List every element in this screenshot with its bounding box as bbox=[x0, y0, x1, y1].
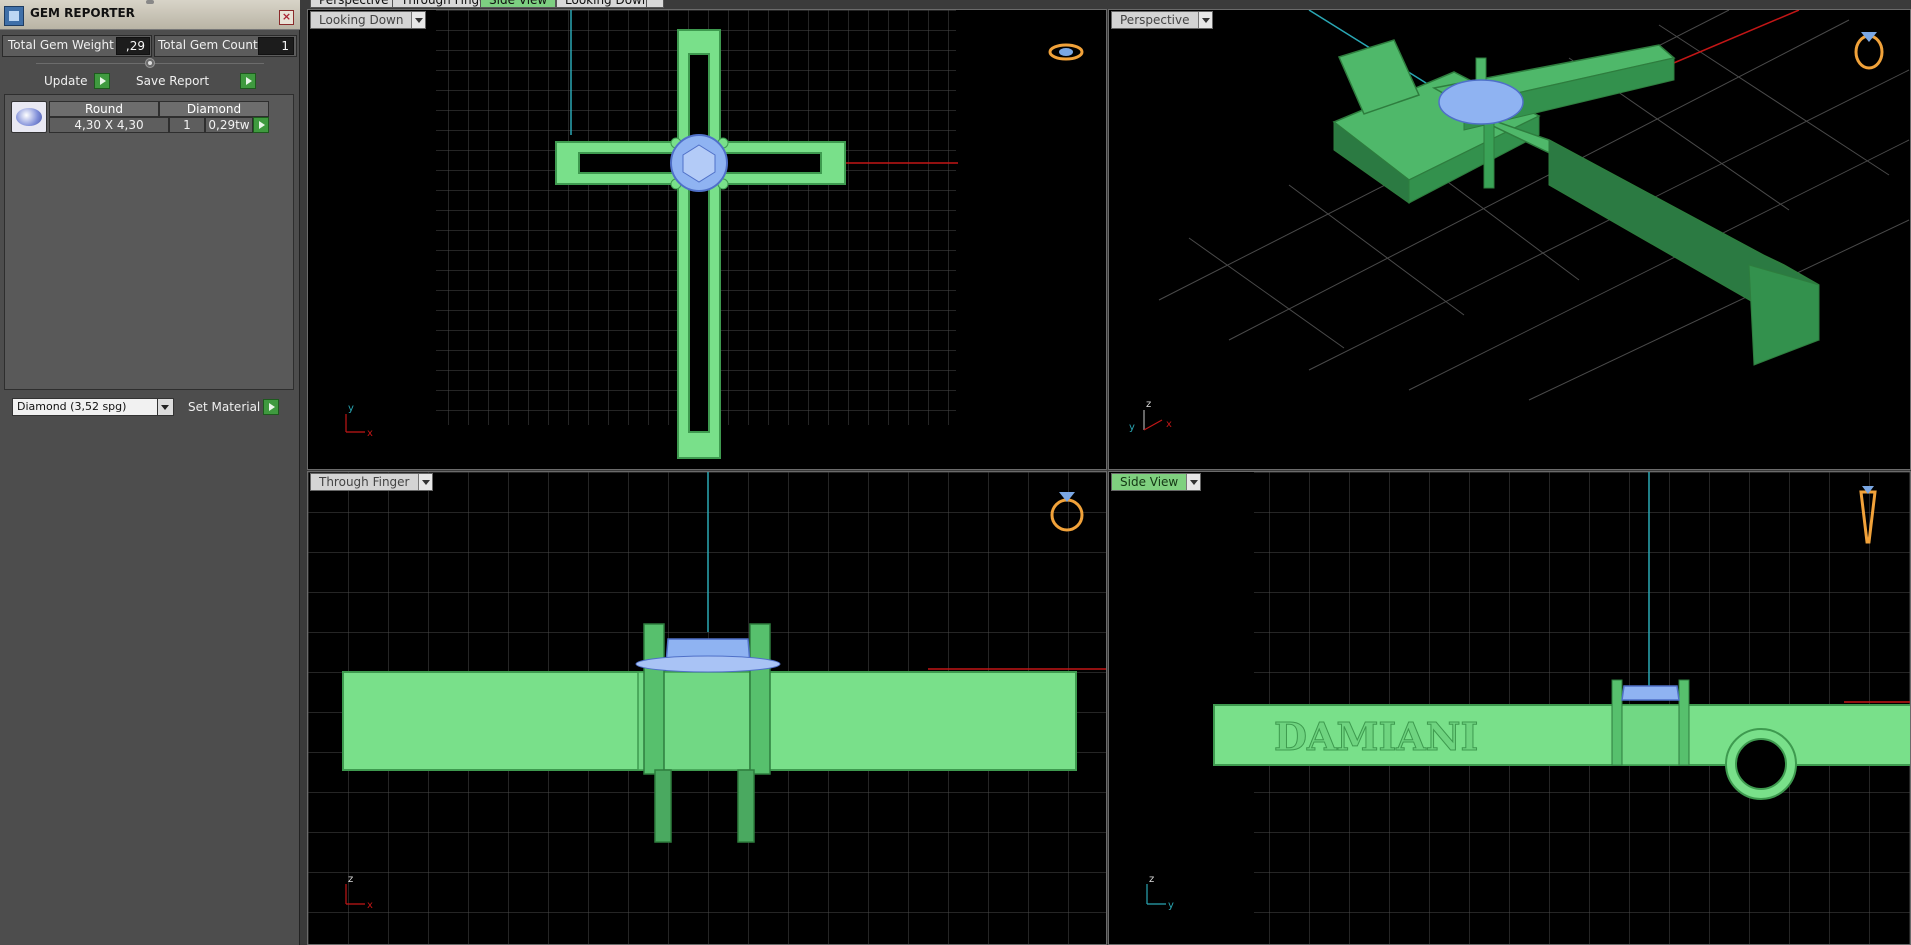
gem-reporter-panel: GEM REPORTER × Total Gem Weight ,29 Tota… bbox=[0, 0, 300, 945]
gem-list: Round Diamond 4,30 X 4,30 1 0,29tw bbox=[4, 94, 294, 390]
ring-orientation-gem bbox=[1059, 48, 1073, 56]
leg-right bbox=[737, 769, 755, 843]
viewport-label-through-finger[interactable]: Through Finger bbox=[310, 473, 433, 491]
material-select-value: Diamond (3,52 spg) bbox=[17, 400, 127, 413]
update-label: Update bbox=[44, 74, 88, 88]
set-material-label: Set Material bbox=[188, 400, 261, 414]
material-select[interactable]: Diamond (3,52 spg) bbox=[12, 398, 174, 416]
chevron-down-icon[interactable] bbox=[417, 474, 432, 490]
gem-shape-header: Round bbox=[49, 101, 159, 117]
viewport-title: Perspective bbox=[1120, 13, 1190, 27]
close-icon[interactable]: × bbox=[279, 10, 294, 25]
gem-reporter-titlebar: GEM REPORTER × bbox=[0, 0, 300, 30]
viewport-label-looking-down[interactable]: Looking Down bbox=[310, 11, 427, 29]
round-diamond[interactable] bbox=[1621, 685, 1680, 701]
viewport-through-finger[interactable]: z x Through Finger bbox=[307, 471, 1107, 945]
update-play-icon[interactable] bbox=[94, 73, 110, 89]
splitter-grip-icon[interactable] bbox=[145, 58, 155, 68]
tab-looking-down[interactable]: Looking Down bbox=[556, 0, 659, 8]
bail-block bbox=[1613, 704, 1687, 766]
gem-reporter-logo-icon bbox=[4, 6, 24, 26]
axis-label-h: x bbox=[367, 900, 373, 911]
save-report-button[interactable]: Save Report bbox=[130, 72, 258, 92]
viewport-label-perspective[interactable]: Perspective bbox=[1111, 11, 1213, 29]
total-count-value: 1 bbox=[258, 37, 294, 55]
panel-resize-handle[interactable] bbox=[146, 0, 154, 4]
looking-down-canvas: y x bbox=[345, 10, 1084, 459]
chevron-down-icon[interactable] bbox=[411, 12, 426, 28]
viewport-side-view[interactable]: DAMIANI z y Side View bbox=[1108, 471, 1911, 945]
round-gem-thumbnail-icon[interactable] bbox=[11, 101, 47, 133]
axis-label-v: y bbox=[348, 403, 354, 414]
through-finger-canvas: z x bbox=[308, 472, 1106, 944]
chevron-down-icon[interactable] bbox=[1186, 474, 1201, 490]
save-report-play-icon[interactable] bbox=[240, 73, 256, 89]
leg-left bbox=[654, 769, 672, 843]
prong-left bbox=[643, 623, 665, 775]
total-weight-label: Total Gem Weight bbox=[8, 38, 114, 52]
prong-right bbox=[1678, 679, 1690, 766]
gem-size-cell[interactable]: 4,30 X 4,30 bbox=[49, 117, 169, 133]
set-material-play-icon[interactable] bbox=[263, 399, 279, 415]
save-report-label: Save Report bbox=[136, 74, 210, 88]
axis-label-v: z bbox=[1146, 399, 1151, 410]
gem-reporter-title: GEM REPORTER bbox=[30, 6, 135, 20]
gem-row-play-icon[interactable] bbox=[253, 117, 269, 133]
perspective-canvas: z x y bbox=[1129, 10, 1910, 433]
tab-perspective[interactable]: Perspective bbox=[310, 0, 398, 8]
view-tab-strip: Perspective Through Finger Side View Loo… bbox=[300, 0, 1911, 9]
viewport-perspective[interactable]: z x y Perspective bbox=[1108, 9, 1911, 470]
engraving-text: DAMIANI bbox=[1274, 714, 1478, 759]
axis-label-h: x bbox=[367, 428, 373, 439]
diamond-girdle bbox=[635, 655, 781, 673]
axis-label-v: z bbox=[348, 874, 353, 885]
gem-stone-header: Diamond bbox=[159, 101, 269, 117]
total-count-label: Total Gem Count bbox=[158, 38, 258, 52]
chevron-down-icon[interactable] bbox=[157, 399, 173, 415]
jump-ring-hole bbox=[1735, 738, 1787, 790]
viewport-label-side-view[interactable]: Side View bbox=[1111, 473, 1202, 491]
cross-vertical-slot bbox=[688, 53, 710, 433]
axis-label-v: z bbox=[1149, 874, 1154, 885]
axis-label-h: x bbox=[1166, 419, 1172, 430]
viewport-title: Side View bbox=[1120, 475, 1179, 489]
chevron-down-icon[interactable] bbox=[1197, 12, 1212, 28]
axis-label-h: y bbox=[1168, 900, 1174, 911]
total-weight-value: ,29 bbox=[116, 37, 150, 55]
round-diamond[interactable] bbox=[1438, 79, 1524, 125]
axis-label-extra: y bbox=[1129, 422, 1135, 433]
gem-qty-cell[interactable]: 1 bbox=[169, 117, 205, 133]
viewport-looking-down[interactable]: y x Looking Down bbox=[307, 9, 1107, 470]
gem-weight-cell[interactable]: 0,29tw bbox=[205, 117, 253, 133]
axis-indicator-h bbox=[1143, 419, 1163, 431]
tab-options-icon[interactable] bbox=[646, 0, 664, 8]
prong-right bbox=[749, 623, 771, 775]
axis-red-line bbox=[1668, 10, 1800, 66]
prong-left bbox=[1611, 679, 1623, 766]
tab-side-view[interactable]: Side View bbox=[480, 0, 557, 8]
viewport-title: Through Finger bbox=[319, 475, 410, 489]
side-view-canvas: DAMIANI z y bbox=[1146, 472, 1910, 944]
viewport-title: Looking Down bbox=[319, 13, 404, 27]
